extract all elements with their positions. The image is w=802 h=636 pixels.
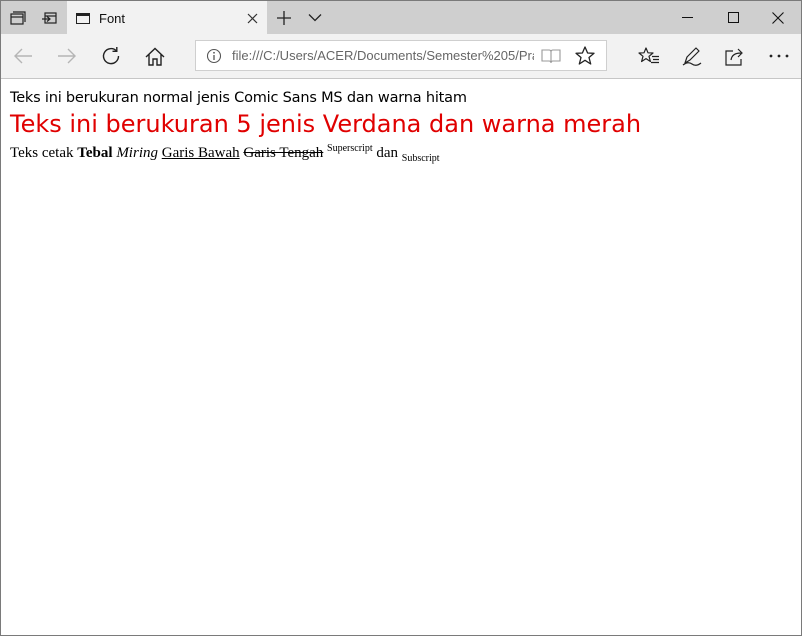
normal-text-line: Teks ini berukuran normal jenis Comic Sa… (10, 90, 467, 106)
favorites-hub-icon (638, 47, 659, 64)
maximize-icon (727, 12, 739, 23)
tab-title: Font (99, 10, 126, 26)
restore-tabs-button[interactable] (34, 1, 64, 34)
chevron-down-icon (308, 14, 322, 22)
forward-button[interactable] (45, 34, 89, 78)
home-button[interactable] (133, 34, 177, 78)
back-icon (14, 48, 32, 64)
prefix-text: Teks cetak (10, 145, 74, 161)
strikethrough-text: Garis Tengah (243, 145, 324, 161)
navigation-toolbar: file:///C:/Users/ACER/Documents/Semester… (1, 34, 801, 79)
set-aside-tabs-button[interactable] (3, 1, 33, 34)
new-tab-icon (277, 10, 291, 25)
maximize-button[interactable] (710, 1, 756, 34)
favorite-star-icon (575, 46, 595, 65)
info-icon (206, 48, 222, 63)
bold-text: Tebal (77, 145, 113, 161)
middle-text: dan (376, 145, 399, 161)
back-button[interactable] (1, 34, 45, 78)
address-url[interactable]: file:///C:/Users/ACER/Documents/Semester… (232, 48, 534, 63)
add-favorite-button[interactable] (568, 41, 602, 70)
more-button[interactable] (757, 34, 801, 78)
web-note-button[interactable] (670, 34, 714, 78)
favorites-hub-button[interactable] (627, 34, 671, 78)
restore-tabs-icon (42, 11, 57, 24)
tab-close-button[interactable] (237, 2, 267, 35)
refresh-button[interactable] (89, 34, 133, 78)
address-bar[interactable]: file:///C:/Users/ACER/Documents/Semester… (195, 40, 607, 71)
more-icon (769, 54, 789, 58)
forward-icon (58, 48, 76, 64)
site-info-button[interactable] (196, 48, 232, 64)
formatted-text-line: Teks cetak Tebal Miring Garis Bawah Gari… (10, 143, 440, 164)
tab-preview-button[interactable] (300, 1, 330, 34)
reading-view-button[interactable] (534, 41, 568, 70)
set-aside-tabs-icon (10, 10, 26, 25)
red-verdana-text-line: Teks ini berukuran 5 jenis Verdana dan w… (10, 110, 642, 138)
home-icon (145, 47, 165, 66)
tab-strip: Font (1, 1, 801, 35)
tab-page-icon (76, 12, 90, 24)
reading-view-icon (541, 48, 561, 63)
close-window-button[interactable] (755, 1, 801, 34)
page-content: Teks ini berukuran normal jenis Comic Sa… (1, 79, 801, 635)
refresh-icon (102, 47, 120, 65)
close-icon (247, 13, 257, 23)
subscript-text: Subscript (401, 153, 440, 164)
close-icon (772, 11, 784, 24)
minimize-icon (681, 17, 693, 18)
superscript-text: Superscript (327, 143, 373, 154)
pen-icon (682, 47, 702, 66)
share-button[interactable] (713, 34, 757, 78)
new-tab-button[interactable] (269, 1, 299, 34)
underline-text: Garis Bawah (161, 145, 240, 161)
share-icon (725, 48, 743, 66)
tab-font[interactable]: Font (67, 1, 267, 35)
minimize-button[interactable] (664, 1, 710, 34)
italic-text: Miring (116, 145, 158, 161)
browser-window: Font file:///C:/Users/ACER/Documents/Sem… (0, 0, 802, 636)
